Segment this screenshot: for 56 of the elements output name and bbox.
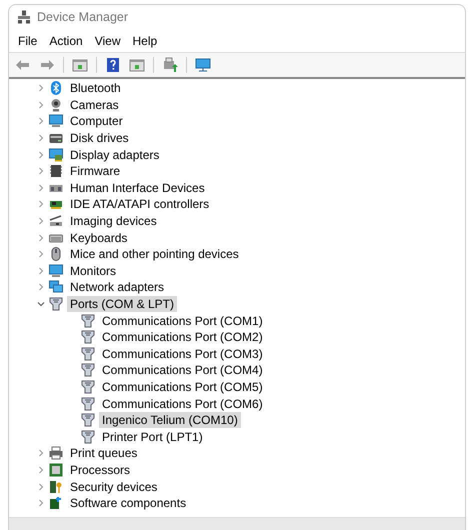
- port-connector-icon: [81, 413, 95, 428]
- tree-item[interactable]: Print queues: [67, 445, 140, 462]
- port-connector-icon: [81, 430, 95, 444]
- tree-item[interactable]: IDE ATA/ATAPI controllers: [67, 196, 212, 212]
- tree-item[interactable]: Ports (COM & LPT): [67, 296, 178, 312]
- menu-item[interactable]: File: [13, 32, 42, 50]
- network-icon: [49, 280, 63, 294]
- tree-item[interactable]: Keyboards: [67, 230, 130, 246]
- port-connector-icon: [81, 346, 95, 361]
- tree-item[interactable]: Communications Port (COM1): [99, 312, 266, 329]
- scanner-icon: [49, 214, 63, 228]
- webcam-icon: [49, 98, 63, 112]
- tree-item[interactable]: Processors: [67, 462, 134, 478]
- firmware-chip-icon: [49, 164, 63, 178]
- tree-item[interactable]: Communications Port (COM6): [99, 396, 266, 412]
- menu-item[interactable]: Help: [128, 32, 162, 50]
- monitor-icon: [49, 264, 63, 278]
- tree-item[interactable]: Disk drives: [67, 130, 132, 146]
- menu-item[interactable]: View: [90, 32, 126, 50]
- tree-item[interactable]: Network adapters: [67, 279, 168, 296]
- tree-item[interactable]: Firmware: [67, 163, 123, 180]
- tree-item[interactable]: Communications Port (COM3): [99, 346, 266, 362]
- tree-item[interactable]: Ingenico Telium (COM10): [99, 412, 241, 428]
- monitor-icon: [49, 114, 63, 128]
- tree-item[interactable]: Imaging devices: [67, 213, 160, 230]
- tree-item[interactable]: Software components: [67, 495, 190, 512]
- disk-drive-icon: [49, 131, 63, 146]
- port-connector-icon: [81, 363, 95, 378]
- tree-item[interactable]: Security devices: [67, 478, 160, 495]
- tree-item[interactable]: Display adapters: [67, 146, 162, 163]
- bluetooth-icon: [49, 81, 63, 96]
- tree-item[interactable]: Printer Port (LPT1): [99, 428, 206, 445]
- processor-icon: [49, 462, 63, 477]
- monitor-icon[interactable]: [193, 56, 213, 74]
- tree-item[interactable]: Human Interface Devices: [67, 180, 208, 196]
- window-title: Device Manager: [37, 10, 128, 24]
- security-device-icon: [49, 480, 63, 494]
- port-connector-icon: [81, 330, 95, 344]
- software-component-icon: [49, 496, 63, 510]
- port-connector-icon: [81, 380, 95, 394]
- port-connector-icon: [81, 314, 95, 328]
- tree-item[interactable]: Communications Port (COM2): [99, 329, 266, 346]
- mouse-icon: [49, 247, 63, 262]
- tree-item[interactable]: Communications Port (COM5): [99, 378, 266, 395]
- device-manager-icon: [17, 10, 31, 24]
- tree-item[interactable]: Communications Port (COM4): [99, 362, 266, 378]
- display-adapter-icon: [49, 148, 63, 162]
- printer-icon: [49, 446, 63, 460]
- tree-item[interactable]: Bluetooth: [67, 80, 124, 96]
- tree-item[interactable]: Cameras: [67, 96, 122, 113]
- menu-item[interactable]: Action: [44, 32, 88, 50]
- tree-item[interactable]: Monitors: [67, 262, 120, 279]
- port-connector-icon: [81, 396, 95, 411]
- port-connector-icon: [49, 297, 63, 312]
- tree-item[interactable]: Mice and other pointing devices: [67, 246, 242, 262]
- tree-item[interactable]: Computer: [67, 113, 126, 130]
